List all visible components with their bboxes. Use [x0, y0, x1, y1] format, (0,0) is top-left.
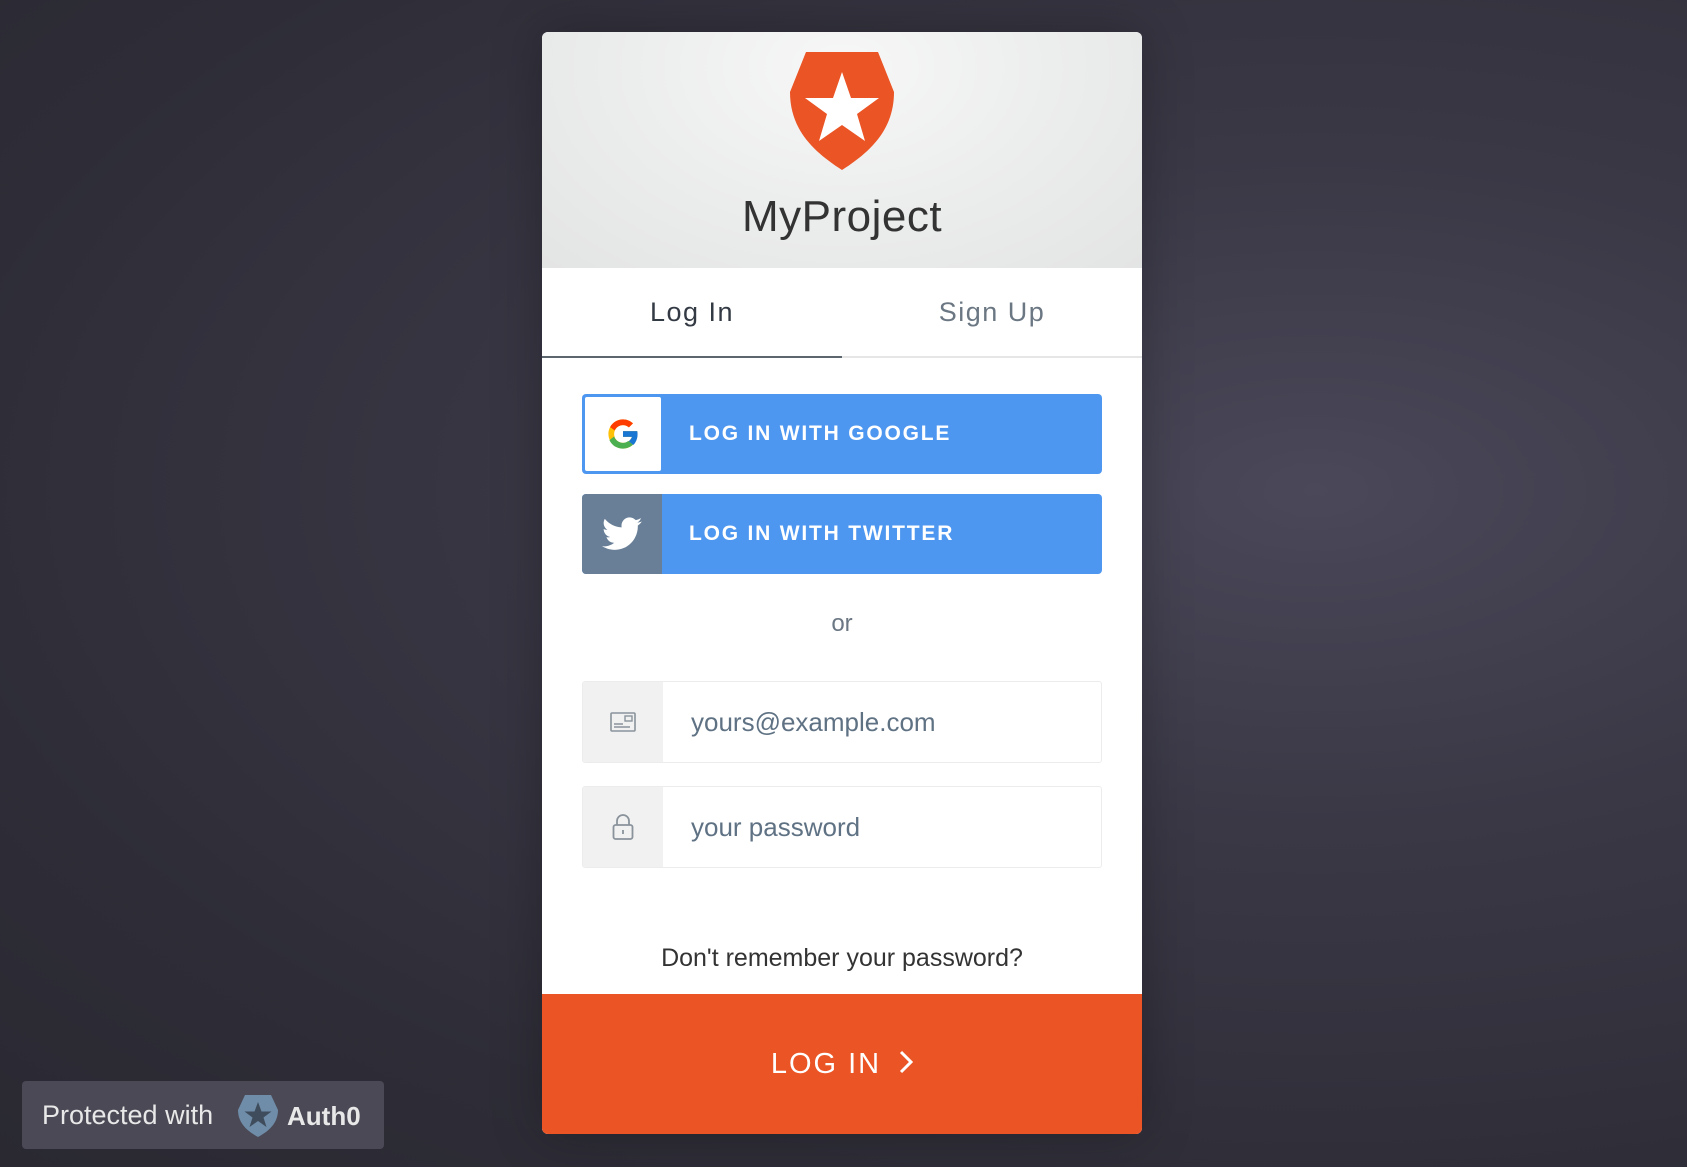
twitter-login-label: LOG IN WITH TWITTER [689, 522, 955, 545]
login-card: MyProject Log In Sign Up LOG IN WITH GOO… [542, 32, 1142, 1134]
google-icon [608, 419, 639, 449]
google-login-button[interactable]: LOG IN WITH GOOGLE [582, 394, 1102, 474]
app-title: MyProject [741, 192, 943, 241]
auth0-shield-star-icon [790, 52, 894, 170]
twitter-login-button[interactable]: LOG IN WITH TWITTER [582, 494, 1102, 574]
twitter-icon-box [582, 494, 662, 574]
login-submit-label: LOG IN [770, 1048, 882, 1080]
lock-icon [612, 814, 634, 840]
google-icon-box [585, 397, 661, 471]
protected-by-badge[interactable]: Protected with Auth0 [22, 1081, 384, 1149]
password-input[interactable] [663, 787, 1101, 867]
forgot-password-link[interactable]: Don't remember your password? [542, 944, 1142, 973]
auth-tabs: Log In Sign Up [542, 268, 1142, 358]
email-input[interactable] [663, 682, 1101, 762]
tab-login[interactable]: Log In [542, 268, 842, 358]
badge-brand: Auth0 [287, 1101, 361, 1131]
twitter-bird-icon [602, 517, 642, 550]
card-header: MyProject [542, 32, 1142, 268]
email-field [582, 681, 1102, 763]
tab-signup[interactable]: Sign Up [842, 268, 1142, 356]
login-submit-button[interactable]: LOG IN [542, 994, 1142, 1134]
chevron-right-icon [900, 1051, 914, 1074]
password-icon-box [583, 787, 663, 867]
email-card-icon [610, 712, 636, 732]
auth0-star-icon [238, 1095, 278, 1137]
google-login-label: LOG IN WITH GOOGLE [689, 422, 952, 445]
or-divider: or [831, 610, 853, 637]
badge-text: Protected with [42, 1100, 214, 1130]
email-icon-box [583, 682, 663, 762]
password-field [582, 786, 1102, 868]
